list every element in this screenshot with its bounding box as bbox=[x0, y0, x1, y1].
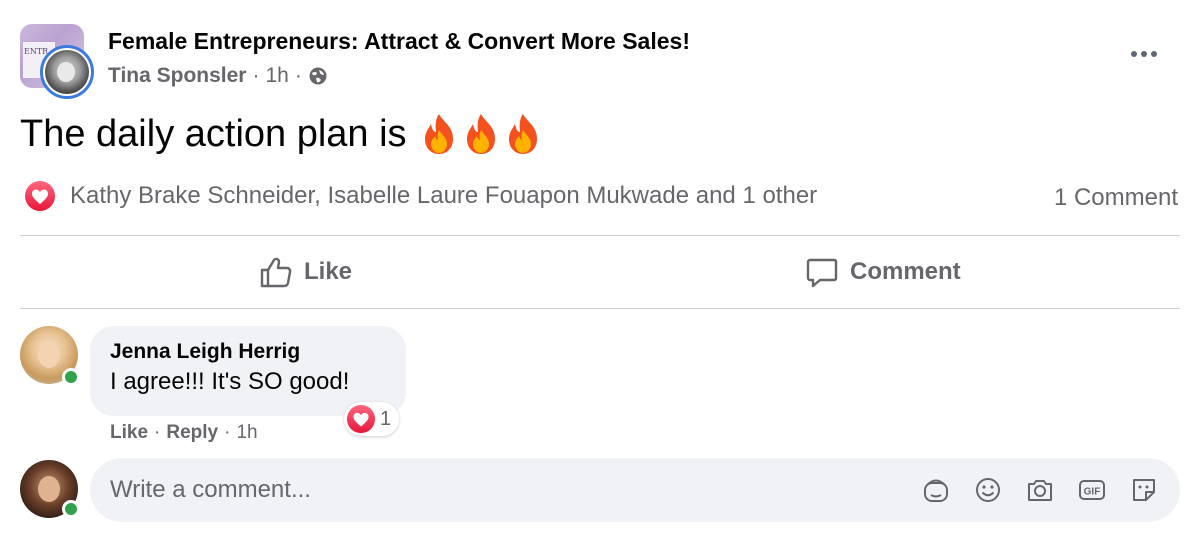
comment-reaction-badge[interactable]: 1 bbox=[344, 402, 400, 436]
comment-input[interactable] bbox=[110, 476, 920, 504]
more-dot bbox=[1141, 51, 1147, 57]
post-time[interactable]: 1h bbox=[265, 64, 288, 88]
divider bbox=[20, 308, 1180, 309]
fire-icon bbox=[466, 114, 495, 154]
comment-button[interactable]: Comment bbox=[804, 248, 961, 296]
comment-count[interactable]: 1 Comment bbox=[1054, 184, 1178, 212]
current-user-avatar-face bbox=[38, 476, 60, 502]
meta-separator: · bbox=[252, 64, 260, 87]
gif-icon[interactable]: GIF bbox=[1076, 474, 1108, 506]
composer-toolbar: GIF bbox=[920, 474, 1160, 506]
meta-separator: · bbox=[294, 64, 302, 87]
comment-reaction-count: 1 bbox=[380, 407, 392, 430]
globe-icon[interactable] bbox=[308, 66, 328, 86]
fire-emoji-group bbox=[419, 112, 543, 156]
comment-composer[interactable]: GIF bbox=[90, 458, 1180, 522]
sticker-icon[interactable] bbox=[1128, 474, 1160, 506]
group-name[interactable]: Female Entrepreneurs: Attract & Convert … bbox=[108, 28, 690, 55]
more-dot bbox=[1151, 51, 1157, 57]
author-avatar[interactable] bbox=[40, 45, 94, 99]
love-icon bbox=[25, 181, 55, 211]
like-label: Like bbox=[304, 258, 353, 285]
thumbs-up-icon bbox=[260, 257, 292, 288]
comment-text: I agree!!! It's SO good! bbox=[110, 368, 350, 395]
comment-actions-separator: · bbox=[154, 422, 161, 443]
more-options-button[interactable] bbox=[1124, 42, 1164, 66]
more-dot bbox=[1131, 51, 1137, 57]
online-status-dot bbox=[62, 368, 80, 386]
post-meta: Tina Sponsler · 1h · bbox=[108, 64, 328, 88]
comment-reply-link[interactable]: Reply bbox=[166, 422, 218, 444]
emoji-icon[interactable] bbox=[972, 474, 1004, 506]
post-author[interactable]: Tina Sponsler bbox=[108, 64, 246, 88]
comment-like-link[interactable]: Like bbox=[110, 422, 148, 444]
fire-icon bbox=[508, 114, 537, 154]
comment-time[interactable]: 1h bbox=[236, 422, 257, 444]
comment-label: Comment bbox=[850, 258, 961, 285]
avatar-sticker-icon[interactable] bbox=[920, 474, 952, 506]
comment-author[interactable]: Jenna Leigh Herrig bbox=[110, 340, 386, 364]
comment-actions-separator: · bbox=[224, 422, 231, 443]
post-body: The daily action plan is bbox=[20, 112, 543, 156]
commenter-avatar-face bbox=[38, 342, 60, 368]
reactions-summary[interactable]: Kathy Brake Schneider, Isabelle Laure Fo… bbox=[24, 180, 817, 212]
comment-actions: Like · Reply · 1h bbox=[110, 422, 258, 444]
post-text: The daily action plan is bbox=[20, 112, 407, 155]
divider bbox=[20, 235, 1180, 236]
author-avatar-face bbox=[57, 62, 75, 82]
online-status-dot bbox=[62, 500, 80, 518]
comment-bubble-icon bbox=[806, 258, 838, 288]
camera-icon[interactable] bbox=[1024, 474, 1056, 506]
svg-text:GIF: GIF bbox=[1084, 487, 1101, 498]
fire-icon bbox=[424, 114, 453, 154]
love-icon bbox=[346, 404, 376, 434]
reactions-names[interactable]: Kathy Brake Schneider, Isabelle Laure Fo… bbox=[70, 182, 817, 210]
like-button[interactable]: Like bbox=[258, 248, 352, 296]
